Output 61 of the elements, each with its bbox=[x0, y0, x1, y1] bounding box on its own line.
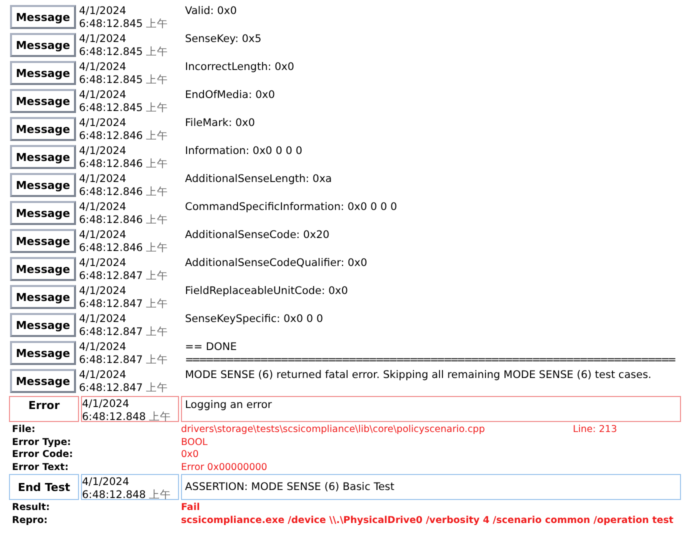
message-label: Message bbox=[10, 5, 76, 29]
detail-value: drivers\storage\tests\scsicompliance\lib\core\policyscenario.cpp bbox=[181, 424, 485, 436]
end-test-label: End Test bbox=[16, 480, 72, 496]
message-text: SenseKeySpecific: 0x0 0 0 bbox=[184, 312, 324, 327]
detail-value: BOOL bbox=[181, 436, 208, 449]
timestamp: 4/1/2024 6:48:12.845 上午 bbox=[79, 60, 170, 88]
message-text: FieldReplaceableUnitCode: 0x0 bbox=[184, 284, 349, 299]
message-label: Message bbox=[10, 369, 76, 393]
timestamp: 4/1/2024 6:48:12.846 上午 bbox=[79, 116, 170, 144]
timestamp: 4/1/2024 6:48:12.845 上午 bbox=[79, 88, 170, 116]
detail-value: 0x0 bbox=[181, 449, 199, 462]
timestamp: 4/1/2024 6:48:12.846 上午 bbox=[79, 144, 170, 172]
message-label: Message bbox=[10, 229, 76, 253]
message-text: Valid: 0x0 bbox=[184, 4, 238, 19]
detail-label: Repro: bbox=[11, 514, 49, 527]
message-label: Message bbox=[10, 285, 76, 309]
message-label: Message bbox=[10, 89, 76, 113]
timestamp: 4/1/2024 6:48:12.846 上午 bbox=[79, 228, 170, 256]
detail-label: Error Text: bbox=[11, 462, 70, 474]
message-text: AdditionalSenseCodeQualifier: 0x0 bbox=[184, 256, 368, 271]
timestamp: 4/1/2024 6:48:12.846 上午 bbox=[79, 172, 170, 200]
detail-label: Result: bbox=[11, 502, 51, 514]
detail-value: Fail bbox=[181, 502, 200, 514]
message-text: ASSERTION: MODE SENSE (6) Basic Test bbox=[181, 474, 681, 500]
detail-label: Error Code: bbox=[11, 449, 74, 462]
message-text: AdditionalSenseLength: 0xa bbox=[184, 172, 333, 187]
detail-value: scsicompliance.exe /device \\.\PhysicalDrive0 /verbosity 4 /scenario common /operation test bbox=[181, 514, 674, 527]
message-text: CommandSpecificInformation: 0x0 0 0 0 bbox=[184, 200, 398, 215]
timestamp: 4/1/2024 6:48:12.848 上午 bbox=[81, 396, 179, 422]
message-label: Message bbox=[10, 173, 76, 197]
message-text: Logging an error bbox=[181, 396, 681, 422]
message-label: Message bbox=[10, 33, 76, 57]
timestamp: 4/1/2024 6:48:12.848 上午 bbox=[81, 474, 179, 500]
message-text: MODE SENSE (6) returned fatal error. Skipping all remaining MODE SENSE (6) test cases. bbox=[184, 368, 652, 383]
message-label: Message bbox=[10, 257, 76, 281]
message-label: Message bbox=[10, 117, 76, 141]
timestamp: 4/1/2024 6:48:12.847 上午 bbox=[79, 312, 170, 340]
message-text: SenseKey: 0x5 bbox=[184, 32, 262, 47]
timestamp: 4/1/2024 6:48:12.847 上午 bbox=[79, 256, 170, 284]
detail-label: File: bbox=[11, 424, 36, 436]
detail-label: Error Type: bbox=[11, 436, 72, 449]
error-label: Error bbox=[27, 398, 61, 414]
detail-line: Line: 213 bbox=[572, 424, 617, 436]
timestamp: 4/1/2024 6:48:12.845 上午 bbox=[79, 32, 170, 60]
message-label: Message bbox=[10, 341, 76, 365]
detail-value: Error 0x00000000 bbox=[181, 462, 268, 474]
message-label: Message bbox=[10, 61, 76, 85]
timestamp: 4/1/2024 6:48:12.846 上午 bbox=[79, 200, 170, 228]
timestamp: 4/1/2024 6:48:12.845 上午 bbox=[79, 4, 170, 32]
message-label: Message bbox=[10, 201, 76, 225]
message-label: Message bbox=[10, 313, 76, 337]
message-text: IncorrectLength: 0x0 bbox=[184, 60, 296, 75]
message-text: == DONE ======================================================================== bbox=[184, 340, 676, 368]
timestamp: 4/1/2024 6:48:12.847 上午 bbox=[79, 340, 170, 368]
timestamp: 4/1/2024 6:48:12.847 上午 bbox=[79, 368, 170, 396]
message-label: Message bbox=[10, 145, 76, 169]
message-text: Information: 0x0 0 0 0 bbox=[184, 144, 304, 159]
message-text: FileMark: 0x0 bbox=[184, 116, 256, 131]
message-text: EndOfMedia: 0x0 bbox=[184, 88, 276, 103]
message-text: AdditionalSenseCode: 0x20 bbox=[184, 228, 330, 243]
timestamp: 4/1/2024 6:48:12.847 上午 bbox=[79, 284, 170, 312]
